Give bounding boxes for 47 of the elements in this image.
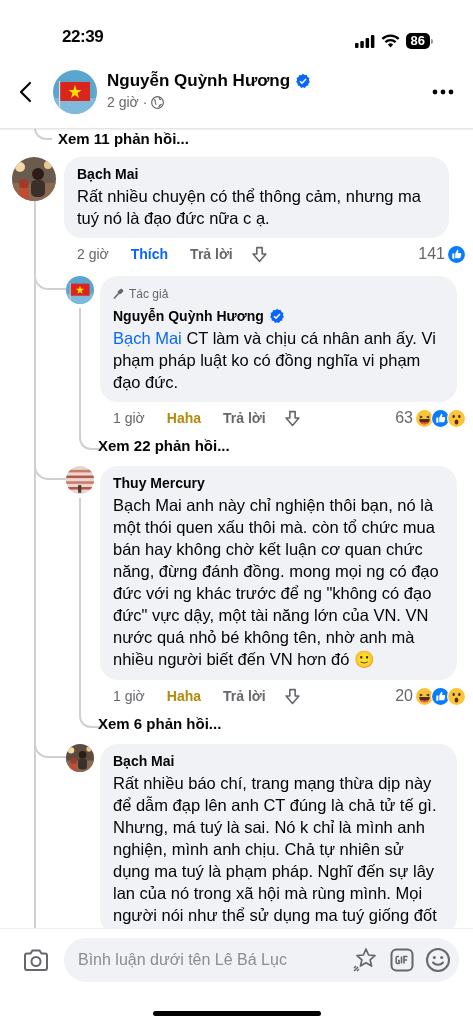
view-replies-link[interactable]: Xem 11 phản hồi... <box>58 130 189 148</box>
microphone-icon <box>113 288 125 300</box>
down-arrow-icon <box>283 409 301 427</box>
downvote-button[interactable] <box>250 245 268 263</box>
downvote-button[interactable] <box>283 409 301 427</box>
comment-text: Bạch Mai CT làm và chịu cá nhân anh ấy. Vi phạm pháp luật ko có đồng nghĩa vi phạm đạo đức. <box>113 328 437 393</box>
downvote-button[interactable] <box>283 687 301 705</box>
signal-icon <box>354 34 375 48</box>
emoji-icon[interactable] <box>425 947 451 973</box>
commenter-name[interactable]: Bạch Mai <box>113 751 175 771</box>
reaction-count: 141 <box>418 244 445 264</box>
view-replies-link[interactable]: Xem 22 phản hồi... <box>98 436 230 456</box>
separator-dot: · <box>142 93 148 112</box>
post-time: 2 giờ <box>107 93 139 112</box>
wifi-icon <box>380 34 400 48</box>
mention-link[interactable]: Bạch Mai <box>113 329 182 347</box>
reaction-button[interactable]: Thích <box>130 243 169 265</box>
comment-text: Rất nhiều báo chí, trang mạng thừa dịp này để dẫm đạp lên anh CT đúng là chả tử tế gì. Nhưng, má tuý là sai. Nó k chỉ là mình anh nghiện, mình anh chịu. Chả tự nhiên sử dụng ma tuý là phạm pháp. Nghĩ đến sự lây lan của nó trong xã hội mà rùng mình. Mọi người nói như thể sử dụng ma tuý giống đốt <box>113 773 438 926</box>
reply-button[interactable]: Trả lời <box>190 243 233 265</box>
battery-level: 86 <box>405 33 430 49</box>
gif-icon[interactable] <box>390 948 414 972</box>
reply-button[interactable]: Trả lời <box>223 685 266 707</box>
clock-time: 22:39 <box>62 25 104 48</box>
camera-icon <box>23 948 49 972</box>
comment-time: 1 giờ <box>113 408 145 428</box>
reaction-count: 63 <box>395 408 413 428</box>
comment-time: 1 giờ <box>113 686 145 706</box>
smile-emoji: 🙂 <box>353 650 375 669</box>
sparkle-star-icon[interactable] <box>352 947 378 973</box>
reaction-count: 20 <box>395 686 413 706</box>
comment-text: Bạch Mai anh này chỉ nghiện thôi bạn, nó là một thói quen xấu thôi mà. còn tổ chức mua bán hay không chờ kết luận cơ quan chức năng, đừng đánh đồng. mong mọi ng có đạo đức với ng khác trước để ng "không có đạo đức" vực dậy, một tài năng lớn của VN. VN nước quá nhỏ bé không tên, nhờ anh mà nhiều người biết đến VN hơn đó 🙂 <box>113 495 440 671</box>
globe-icon <box>151 96 165 109</box>
comment-time: 2 giờ <box>77 244 109 264</box>
view-replies-link[interactable]: Xem 6 phản hồi... <box>98 714 222 734</box>
page-name[interactable]: Nguyễn Quỳnh Hương <box>107 70 291 92</box>
commenter-name[interactable]: Bạch Mai <box>77 164 139 184</box>
comment-input[interactable]: Bình luận dưới tên Lê Bá Lục <box>78 948 348 972</box>
commenter-name[interactable]: Nguyễn Quỳnh Hương <box>113 306 264 326</box>
commenter-name[interactable]: Thuy Mercury <box>113 473 205 493</box>
reply-button[interactable]: Trả lời <box>223 407 266 429</box>
comment-field[interactable]: Bình luận dưới tên Lê Bá Lục <box>64 938 459 982</box>
back-icon <box>18 80 32 103</box>
author-label: Tác giả <box>129 286 169 303</box>
down-arrow-icon <box>250 245 268 263</box>
comment-text: Rất nhiều chuyện có thể thông cảm, nhưng ma tuý nó là đạo đức nữa c ạ. <box>77 186 422 229</box>
down-arrow-icon <box>283 687 301 705</box>
more-icon <box>432 88 454 95</box>
